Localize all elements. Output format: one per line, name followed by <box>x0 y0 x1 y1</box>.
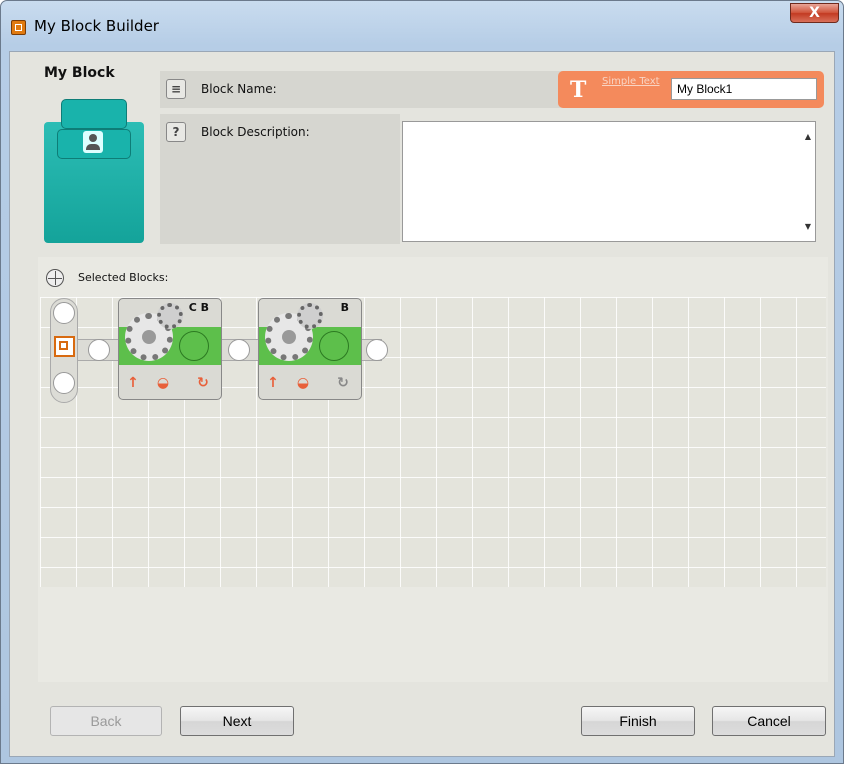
duration-icon: ↻ <box>197 375 209 391</box>
direction-arrow-icon: ↑ <box>267 375 279 391</box>
name-tag-icon: ≡ <box>166 79 186 99</box>
my-block-icon <box>44 85 144 243</box>
block-description-row: ? Block Description: <box>160 114 400 244</box>
beam-connector <box>366 339 388 361</box>
power-gauge-icon: ◒ <box>296 375 310 391</box>
next-button[interactable]: Next <box>180 706 294 736</box>
rail-connector-top <box>53 302 75 324</box>
close-button[interactable]: X <box>790 3 839 23</box>
start-icon <box>54 336 75 357</box>
motor-block[interactable]: B ↑ ◒ ↻ <box>258 298 362 400</box>
scroll-down-arrow[interactable]: ▼ <box>805 222 811 231</box>
small-gear-icon <box>297 303 323 329</box>
finish-button[interactable]: Finish <box>581 706 695 736</box>
motor-block[interactable]: C B ↑ ◒ ↻ <box>118 298 222 400</box>
block-name-row: ≡ Block Name: <box>160 71 570 108</box>
block-name-label: Block Name: <box>201 82 277 96</box>
my-block-heading: My Block <box>44 65 115 81</box>
dialog-client-area: My Block ≡ Block Name: T Simple Text ? B… <box>9 51 835 757</box>
name-input-group: T Simple Text <box>558 71 824 108</box>
my-block-builder-window: My Block Builder X My Block ≡ Block Name… <box>0 0 844 764</box>
beam-connector <box>228 339 250 361</box>
person-icon <box>83 131 103 153</box>
unlimited-duration-icon: ↻ <box>337 375 349 391</box>
crosshair-icon <box>46 269 64 287</box>
selected-blocks-area: Selected Blocks: C B ↑ ◒ ↻ B ↑ ◒ ↻ <box>38 257 828 682</box>
simple-text-link[interactable]: Simple Text <box>602 75 660 88</box>
block-description-label: Block Description: <box>201 125 310 139</box>
motor-hub-icon <box>319 331 349 361</box>
beam-connector <box>88 339 110 361</box>
block-description-field[interactable]: ▲ ▼ <box>402 121 816 242</box>
motor-settings-row: ↑ ◒ ↻ <box>259 369 361 399</box>
program-start-rail <box>50 298 78 403</box>
back-button[interactable]: Back <box>50 706 162 736</box>
rail-connector-bottom <box>53 372 75 394</box>
window-title: My Block Builder <box>34 17 159 35</box>
power-gauge-icon: ◒ <box>156 375 170 391</box>
motor-hub-icon <box>179 331 209 361</box>
small-gear-icon <box>157 303 183 329</box>
scroll-up-arrow[interactable]: ▲ <box>805 132 811 141</box>
help-icon: ? <box>166 122 186 142</box>
app-icon <box>11 20 26 35</box>
motor-ports-label: B <box>340 301 349 314</box>
motor-settings-row: ↑ ◒ ↻ <box>119 369 221 399</box>
motor-ports-label: C B <box>188 301 209 314</box>
selected-blocks-label: Selected Blocks: <box>78 271 169 284</box>
direction-arrow-icon: ↑ <box>127 375 139 391</box>
text-type-icon: T <box>570 77 587 103</box>
block-icon-top <box>61 99 127 129</box>
cancel-button[interactable]: Cancel <box>712 706 826 736</box>
block-name-input[interactable] <box>671 78 817 100</box>
title-bar[interactable]: My Block Builder X <box>1 1 843 51</box>
